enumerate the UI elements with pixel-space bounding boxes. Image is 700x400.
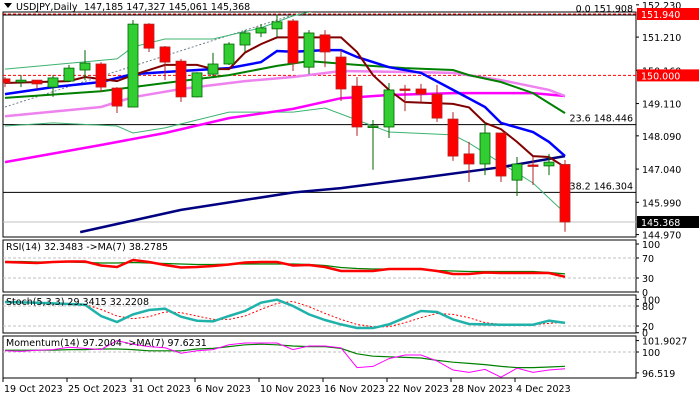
price-badge-label: 145.368 (641, 218, 680, 229)
candle-bullish[interactable] (303, 32, 315, 68)
candle-bullish[interactable] (543, 161, 555, 167)
trading-chart[interactable]: 0.0 151.908 23.6 148.446 38.2 146.304 USDJP… (0, 0, 700, 400)
fib-level-label: 23.6 148.446 (570, 114, 633, 125)
candle-bullish[interactable] (47, 77, 59, 88)
fib-level-label: 0.0 151.908 (576, 4, 633, 15)
candle-bearish[interactable] (31, 79, 43, 85)
candle-bearish[interactable] (111, 87, 123, 107)
date-axis-label: 31 Oct 2023 (132, 384, 191, 395)
candle-bullish[interactable] (479, 132, 491, 165)
candle-bullish[interactable] (207, 63, 219, 75)
candle-bullish[interactable] (15, 79, 27, 83)
date-axis-label: 4 Dec 2023 (516, 384, 571, 395)
candle-bearish[interactable] (175, 60, 187, 98)
stoch-title: Stoch(5,3,3) 29.3415 32.2208 (6, 297, 149, 308)
candle-bearish[interactable] (527, 164, 539, 167)
candle-bullish[interactable] (79, 62, 91, 71)
dropdown-triangle-icon[interactable] (4, 3, 12, 8)
candle-bullish[interactable] (63, 67, 75, 82)
candle-bullish[interactable] (223, 43, 235, 65)
rsi-title: RSI(14) 32.3483 ->MA(7) 38.2785 (6, 242, 168, 253)
rsi-axis-label: 70 (642, 254, 654, 265)
momentum-axis-label: 96.519 (642, 369, 675, 380)
price-badge-label: 150.000 (641, 71, 680, 82)
date-axis-label: 25 Oct 2023 (68, 384, 127, 395)
symbol-label: USDJPY,Daily (16, 2, 78, 13)
momentum-axis-label: 100 (642, 348, 660, 359)
candle-bearish[interactable] (335, 56, 347, 90)
price-axis-label: 147.040 (642, 165, 681, 176)
candle-bullish[interactable] (511, 163, 523, 181)
ohlc-label: 147,185 147,327 145,061 145,368 (84, 2, 250, 13)
candle-bearish[interactable] (559, 164, 571, 223)
candle-bearish[interactable] (95, 63, 107, 88)
fib-level-label: 38.2 146.304 (570, 181, 633, 192)
price-badge-label: 151.940 (641, 10, 680, 21)
momentum-title: Momentum(14) 97.2004 ->MA(7) 97.6231 (6, 338, 207, 349)
date-axis-label: 19 Oct 2023 (4, 384, 63, 395)
chart-canvas[interactable]: 0.0 151.908 23.6 148.446 38.2 146.304 USDJP… (0, 0, 700, 400)
date-axis-label: 28 Nov 2023 (452, 384, 513, 395)
candle-bearish[interactable] (287, 20, 299, 64)
candle-bearish[interactable] (143, 23, 155, 49)
price-axis-label: 148.090 (642, 132, 681, 143)
date-axis-label: 6 Nov 2023 (196, 384, 251, 395)
candle-bullish[interactable] (239, 32, 251, 46)
chart-header: USDJPY,Daily 147,185 147,327 145,061 145,… (4, 2, 250, 13)
candle-bearish[interactable] (351, 85, 363, 128)
candle-bearish[interactable] (463, 153, 475, 165)
rsi-axis-label: 30 (642, 274, 654, 285)
candle-bearish[interactable] (447, 118, 459, 157)
price-axis-label: 145.990 (642, 198, 681, 209)
momentum-axis-label: 101.9027 (642, 337, 687, 348)
candle-bearish[interactable] (431, 93, 443, 119)
candle-bearish[interactable] (0, 78, 11, 84)
candle-bullish[interactable] (255, 27, 267, 34)
candle-bullish[interactable] (383, 89, 395, 128)
candle-bearish[interactable] (319, 34, 331, 53)
candle-bearish[interactable] (159, 46, 171, 63)
candle-bearish[interactable] (415, 88, 427, 95)
candle-bullish[interactable] (127, 23, 139, 108)
rsi-axis-label: 100 (642, 240, 660, 251)
candle-bullish[interactable] (191, 72, 203, 98)
candle-bearish[interactable] (399, 88, 411, 91)
date-axis-label: 22 Nov 2023 (388, 384, 449, 395)
candle-bearish[interactable] (495, 132, 507, 177)
date-axis-label: 10 Nov 2023 (260, 384, 321, 395)
stoch-axis-label: 80 (642, 302, 654, 313)
candle-bullish[interactable] (367, 125, 379, 128)
date-axis-label: 16 Nov 2023 (324, 384, 385, 395)
price-axis-label: 149.110 (642, 100, 681, 111)
price-axis-label: 151.210 (642, 33, 681, 44)
candle-bullish[interactable] (271, 21, 283, 30)
